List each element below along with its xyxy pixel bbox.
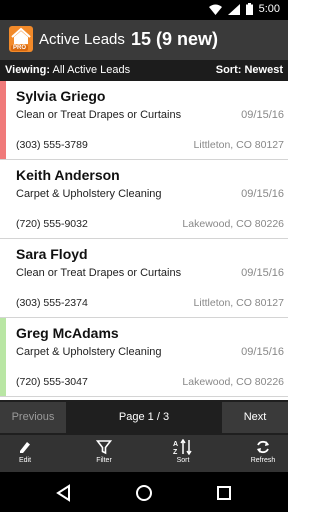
list-item[interactable]: Greg McAdams Carpet & Upholstery Cleanin… [0,318,288,397]
lead-name: Sylvia Griego [16,88,106,104]
lead-date: 09/15/16 [241,267,284,279]
lead-location: Littleton, CO 80127 [193,139,284,151]
system-nav-bar [0,472,288,512]
lead-name: Sara Floyd [16,246,88,262]
back-icon[interactable] [54,483,74,503]
list-item[interactable]: Sylvia Griego Clean or Treat Drapes or C… [0,81,288,160]
filter-icon [96,440,112,455]
viewing-label: Viewing: [5,64,51,76]
status-icons: 5:00 [208,3,280,15]
lead-status-stripe [0,81,6,159]
page-title: Active Leads [39,31,125,48]
app-header: PRO Active Leads 15 (9 new) [0,20,288,60]
lead-phone[interactable]: (303) 555-2374 [16,297,88,309]
bottom-toolbar: Edit Filter A Z Sort Refresh [0,435,288,472]
battery-icon [245,3,253,15]
lead-date: 09/15/16 [241,346,284,358]
recents-icon[interactable] [214,483,234,503]
sort-button[interactable]: A Z Sort [158,439,208,464]
sort-label: Sort [176,457,190,464]
previous-button[interactable]: Previous [0,402,66,433]
viewing-value: All Active Leads [52,64,131,76]
pagination: Previous Page 1 / 3 Next [0,400,288,435]
lead-date: 09/15/16 [241,188,284,200]
page-indicator: Page 1 / 3 [118,411,170,423]
edit-button[interactable]: Edit [0,439,50,464]
lead-status-stripe [0,160,6,238]
sort-filter[interactable]: Sort: Newest [216,60,283,81]
signal-icon [227,3,240,15]
lead-service: Carpet & Upholstery Cleaning [16,188,162,200]
lead-service: Clean or Treat Drapes or Curtains [16,267,182,279]
lead-status-stripe [0,318,6,396]
refresh-label: Refresh [250,457,276,464]
lead-date: 09/15/16 [241,109,284,121]
logo-badge: PRO [11,45,29,51]
home-icon[interactable] [134,483,154,503]
lead-location: Lakewood, CO 80226 [182,218,284,230]
wifi-icon [208,4,222,15]
sort-value: Newest [244,64,283,76]
filter-label: Filter [96,457,112,464]
next-button[interactable]: Next [222,402,288,433]
status-time: 5:00 [258,3,280,15]
lead-phone[interactable]: (720) 555-3047 [16,376,88,388]
lead-location: Littleton, CO 80127 [193,297,284,309]
lead-service: Carpet & Upholstery Cleaning [16,346,162,358]
lead-location: Lakewood, CO 80226 [182,376,284,388]
list-item[interactable]: Sara Floyd Clean or Treat Drapes or Curt… [0,239,288,318]
edit-label: Edit [18,457,32,464]
svg-text:A: A [173,441,178,448]
refresh-button[interactable]: Refresh [238,439,288,464]
list-item[interactable]: Keith Anderson Carpet & Upholstery Clean… [0,160,288,239]
lead-phone[interactable]: (303) 555-3789 [16,139,88,151]
pencil-icon [20,442,30,453]
viewing-filter[interactable]: Viewing: All Active Leads [5,60,130,81]
house-pro-logo-icon: PRO [9,26,33,52]
lead-list: Sylvia Griego Clean or Treat Drapes or C… [0,81,288,400]
lead-name: Greg McAdams [16,325,119,341]
status-bar: 5:00 [0,0,288,20]
lead-phone[interactable]: (720) 555-9032 [16,218,88,230]
svg-text:Z: Z [173,449,178,455]
lead-name: Keith Anderson [16,167,120,183]
lead-status-stripe [0,239,6,317]
filter-button[interactable]: Filter [79,439,129,464]
lead-count: 15 (9 new) [131,29,219,49]
sort-icon: A Z [173,439,192,455]
sort-label: Sort: [215,64,242,76]
refresh-icon [257,440,269,454]
lead-service: Clean or Treat Drapes or Curtains [16,109,182,121]
filter-bar: Viewing: All Active Leads Sort: Newest [0,60,288,81]
